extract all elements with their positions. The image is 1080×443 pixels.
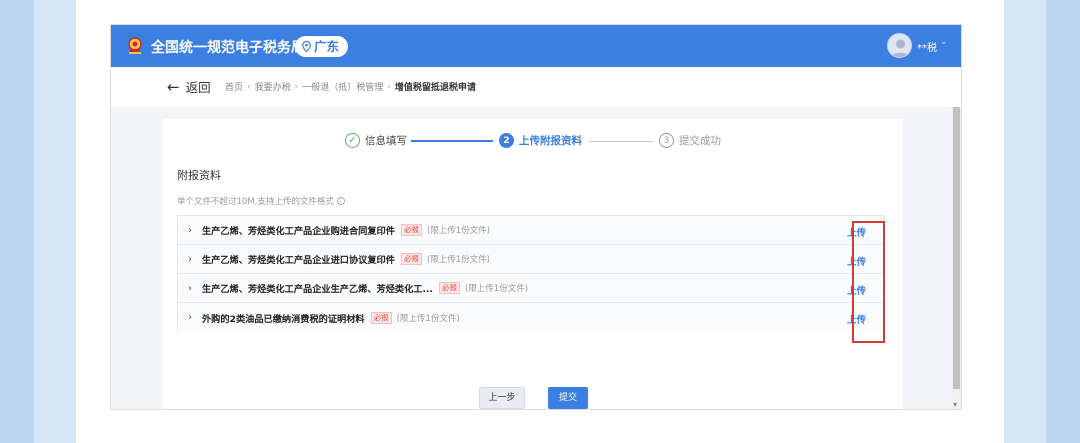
attachment-name: 生产乙烯、芳烃类化工产品企业生产乙烯、芳烃类化工... <box>202 284 433 295</box>
chevron-right-icon[interactable]: › <box>178 254 202 265</box>
location-pin-icon <box>302 41 311 52</box>
upload-button[interactable]: 上传 <box>847 283 866 297</box>
step-connector <box>411 140 493 142</box>
breadcrumb-home[interactable]: 首页 <box>225 80 243 93</box>
back-label: 返回 <box>185 80 211 95</box>
top-bar: 全国统一规范电子税务局 广东 **税 ⌄ <box>111 25 961 67</box>
upload-button[interactable]: 上传 <box>847 225 866 239</box>
upload-hint: 单个文件不超过10M,支持上传的文件格式 i <box>177 195 345 207</box>
upload-limit: (限上传1份文件) <box>464 284 529 294</box>
attachment-list: › 生产乙烯、芳烃类化工产品企业购进合同复印件 必报 (限上传1份文件) 上传 … <box>177 215 885 332</box>
list-item: › 生产乙烯、芳烃类化工产品企业进口协议复印件 必报 (限上传1份文件) 上传 <box>178 245 884 274</box>
upload-button[interactable]: 上传 <box>847 312 866 326</box>
breadcrumb-tax-services[interactable]: 我要办税 <box>255 80 291 93</box>
chevron-right-icon[interactable]: › <box>178 312 202 323</box>
breadcrumb-separator: › <box>294 81 299 92</box>
breadcrumb-bar: ← 返回 首页 › 我要办税 › 一般退（抵）税管理 › 增值税留抵退税申请 <box>111 67 961 107</box>
arrow-left-icon: ← <box>167 77 180 96</box>
step-label: 提交成功 <box>679 135 721 147</box>
user-name[interactable]: **税 <box>917 39 937 54</box>
scroll-down-arrow-icon[interactable]: ▾ <box>953 401 957 409</box>
content-panel: ✓ 信息填写 2 上传附报资料 3 提交成功 附报资料 单个文件不超过10M,支… <box>163 119 903 409</box>
step-submitted: 3 提交成功 <box>659 133 721 148</box>
tax-emblem-icon <box>128 37 142 54</box>
app-window: 全国统一规范电子税务局 广东 **税 ⌄ ← 返回 首页 › 我要办税 › 一般… <box>110 24 962 410</box>
scrollbar[interactable]: ▾ <box>952 107 961 409</box>
info-icon[interactable]: i <box>336 197 345 205</box>
required-badge: 必报 <box>438 282 460 294</box>
breadcrumb-current: 增值税留抵退税申请 <box>394 83 476 93</box>
step-number: 2 <box>499 133 514 148</box>
attachment-name: 生产乙烯、芳烃类化工产品企业进口协议复印件 <box>202 255 395 266</box>
required-badge: 必报 <box>400 253 422 265</box>
avatar-icon <box>891 39 910 57</box>
required-badge: 必报 <box>370 311 392 324</box>
back-button[interactable]: ← 返回 <box>167 77 211 96</box>
avatar[interactable] <box>887 33 912 58</box>
background-stripe-right <box>1046 0 1080 443</box>
check-icon: ✓ <box>345 133 360 148</box>
step-upload: 2 上传附报资料 <box>499 133 582 148</box>
step-info: ✓ 信息填写 <box>345 133 407 148</box>
region-label: 广东 <box>314 39 340 54</box>
required-badge: 必报 <box>400 224 422 236</box>
submit-button[interactable]: 提交 <box>548 387 588 409</box>
attachment-name: 外购的2类油品已缴纳消费税的证明材料 <box>202 313 365 325</box>
background-stripe-left <box>0 0 34 443</box>
upload-button[interactable]: 上传 <box>847 254 866 268</box>
breadcrumb-refund-management[interactable]: 一般退（抵）税管理 <box>302 80 383 93</box>
attachment-name: 生产乙烯、芳烃类化工产品企业购进合同复印件 <box>202 226 395 237</box>
chevron-down-icon[interactable]: ⌄ <box>940 37 948 47</box>
step-label: 信息填写 <box>365 135 407 147</box>
app-title: 全国统一规范电子税务局 <box>151 40 305 56</box>
step-number: 3 <box>659 133 674 148</box>
chevron-right-icon[interactable]: › <box>178 225 202 236</box>
upload-limit: (限上传1份文件) <box>426 255 490 265</box>
breadcrumb-separator: › <box>387 81 391 92</box>
previous-step-button[interactable]: 上一步 <box>479 387 525 409</box>
step-label: 上传附报资料 <box>519 135 582 147</box>
section-title: 附报资料 <box>177 169 221 182</box>
upload-limit: (限上传1份文件) <box>396 313 460 324</box>
breadcrumb-separator: › <box>247 81 251 92</box>
chevron-right-icon[interactable]: › <box>178 283 202 294</box>
list-item: › 外购的2类油品已缴纳消费税的证明材料 必报 (限上传1份文件) 上传 <box>178 303 884 332</box>
region-selector[interactable]: 广东 <box>295 36 349 57</box>
breadcrumb: 首页 › 我要办税 › 一般退（抵）税管理 › 增值税留抵退税申请 <box>225 80 476 94</box>
step-connector <box>589 141 653 142</box>
list-item: › 生产乙烯、芳烃类化工产品企业购进合同复印件 必报 (限上传1份文件) 上传 <box>178 216 884 245</box>
hint-text: 单个文件不超过10M,支持上传的文件格式 <box>177 197 334 207</box>
list-item: › 生产乙烯、芳烃类化工产品企业生产乙烯、芳烃类化工... 必报 (限上传1份文… <box>178 274 884 303</box>
scrollbar-thumb[interactable] <box>953 107 960 389</box>
step-indicator: ✓ 信息填写 2 上传附报资料 3 提交成功 <box>345 133 765 153</box>
upload-limit: (限上传1份文件) <box>426 226 490 236</box>
